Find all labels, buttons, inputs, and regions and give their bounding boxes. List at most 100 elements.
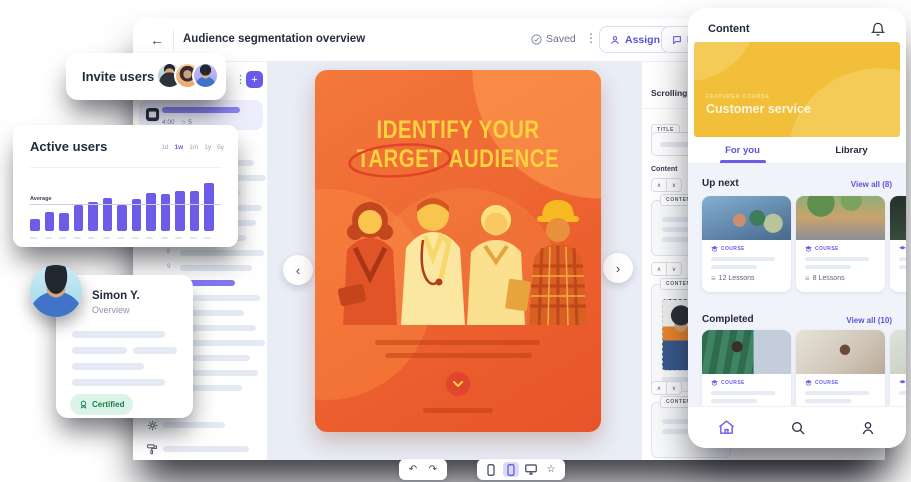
time-range-selector: 1d 1w 1m 1y 5y	[161, 144, 224, 151]
axis-tick	[74, 237, 81, 239]
chevron-up-icon[interactable]: ∧	[651, 178, 667, 192]
chevron-down-icon[interactable]: ∨	[666, 262, 682, 276]
list-row-bar[interactable]	[180, 265, 252, 271]
featured-course-card[interactable]: FEATURED COURSE Customer service	[694, 42, 900, 137]
chevron-down-icon[interactable]: ∨	[666, 178, 682, 192]
monitor-icon[interactable]	[523, 462, 539, 477]
poster-people-image	[315, 188, 601, 325]
axis-tick	[146, 237, 153, 239]
invite-users-card: Invite users	[66, 53, 226, 100]
content-section-label: Content	[651, 166, 677, 173]
avatar[interactable]	[192, 62, 219, 89]
next-slide-button[interactable]: ›	[603, 253, 633, 283]
chevron-up-icon[interactable]: ∧	[651, 381, 667, 395]
course-tag: COURSE	[711, 246, 745, 252]
chevron-up-icon[interactable]: ∧	[651, 262, 667, 276]
course-card[interactable]: COURSE	[890, 196, 906, 292]
person-worker	[529, 200, 587, 325]
axis-tick	[117, 237, 124, 239]
range-1d[interactable]: 1d	[161, 144, 168, 151]
back-arrow-icon[interactable]: ←	[147, 30, 167, 50]
list-row-bar[interactable]	[180, 250, 264, 256]
assign-label: Assign	[625, 34, 660, 46]
prev-slide-button[interactable]: ‹	[283, 255, 313, 285]
placeholder-line	[72, 363, 144, 370]
mobile-header-title: Content	[708, 23, 750, 35]
save-status: Saved	[531, 33, 576, 45]
axis-tick	[45, 237, 52, 239]
poster-headline-line2: TARGET AUDIENCE	[341, 145, 576, 174]
chevron-down-icon[interactable]: ∨	[666, 381, 682, 395]
bell-icon[interactable]	[870, 21, 886, 42]
paint-roller-icon[interactable]	[146, 443, 158, 455]
chevron-down-icon	[453, 381, 463, 387]
placeholder-line	[711, 391, 775, 395]
course-image	[890, 196, 906, 240]
home-icon[interactable]	[718, 419, 735, 436]
placeholder-line	[711, 265, 757, 269]
course-tag: COURSE	[805, 246, 839, 252]
course-tag: COURSE	[711, 380, 745, 386]
phone-portrait-icon[interactable]	[483, 462, 499, 477]
axis-tick	[161, 237, 168, 239]
chart-bar	[204, 183, 214, 231]
tab-library[interactable]: Library	[797, 137, 906, 163]
course-cap-icon	[805, 380, 812, 386]
chart-bar	[175, 191, 185, 231]
range-1y[interactable]: 1y	[204, 144, 211, 151]
course-card[interactable]: COURSE ≡8 Lessons	[796, 196, 885, 292]
average-line	[30, 204, 221, 205]
poster-headline: IDENTIFY YOUR TARGET AUDIENCE	[341, 116, 576, 174]
hand-drawn-ellipse	[347, 140, 452, 179]
row-number: 9	[167, 264, 170, 270]
course-card[interactable]: COURSE ≡12 Lessons	[702, 196, 791, 292]
search-icon[interactable]	[790, 420, 806, 436]
poster-placeholder-line	[385, 353, 532, 358]
lessons-icon: ≡	[805, 275, 810, 282]
chart-bar	[103, 198, 113, 231]
check-circle-icon	[531, 34, 542, 45]
mobile-bottom-nav	[688, 406, 906, 448]
course-cap-icon	[899, 246, 906, 252]
axis-tick	[204, 237, 211, 239]
placeholder-line	[133, 347, 177, 354]
range-5y[interactable]: 5y	[217, 144, 224, 151]
phone-active-icon[interactable]	[503, 462, 519, 477]
course-tag: COURSE	[899, 380, 906, 386]
placeholder-line	[711, 257, 775, 261]
scroll-down-button[interactable]	[446, 372, 470, 396]
axis-tick	[190, 237, 197, 239]
placeholder-line	[899, 391, 906, 395]
course-image	[796, 330, 885, 374]
section-title-completed: Completed	[702, 314, 754, 325]
tab-for-you[interactable]: For you	[688, 137, 797, 163]
placeholder-line	[805, 265, 851, 269]
active-users-card: Active users 1d 1w 1m 1y 5y Average	[13, 125, 238, 247]
undo-icon[interactable]: ↶	[405, 462, 421, 477]
more-options-icon[interactable]: ⋮	[585, 31, 597, 45]
range-1w[interactable]: 1w	[175, 144, 184, 151]
view-all-link[interactable]: View all (8)	[851, 180, 892, 189]
course-tag: COURSE	[805, 380, 839, 386]
profile-subtitle: Overview	[92, 305, 130, 315]
chart-axis-ticks	[30, 237, 221, 239]
star-icon[interactable]: ☆	[543, 462, 559, 477]
gear-icon[interactable]	[147, 420, 158, 431]
view-all-link[interactable]: View all (10)	[846, 316, 892, 325]
axis-tick	[30, 237, 37, 239]
profile-avatar	[30, 265, 82, 317]
axis-tick	[103, 237, 110, 239]
course-cap-icon	[899, 380, 906, 386]
placeholder-line	[805, 399, 851, 403]
poster-slide[interactable]: IDENTIFY YOUR TARGET AUDIENCE	[315, 70, 601, 432]
featured-title: Customer service	[706, 102, 811, 116]
reorder-stepper: ∧ ∨	[651, 178, 682, 192]
reorder-stepper: ∧ ∨	[651, 381, 682, 395]
course-cap-icon	[805, 246, 812, 252]
course-image	[890, 330, 906, 374]
range-1m[interactable]: 1m	[189, 144, 198, 151]
placeholder-line	[805, 391, 869, 395]
profile-icon[interactable]	[860, 420, 876, 436]
chart-bar	[30, 219, 40, 231]
redo-icon[interactable]: ↷	[425, 462, 441, 477]
